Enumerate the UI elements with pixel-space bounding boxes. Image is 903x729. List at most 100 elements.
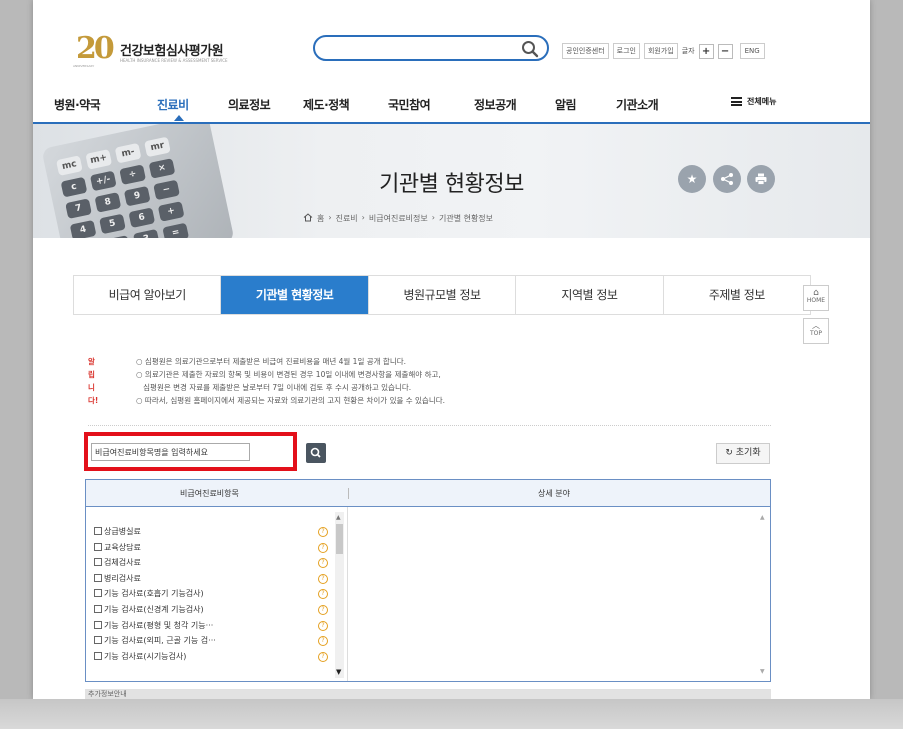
join-link[interactable]: 회원가입: [643, 43, 678, 59]
scroll-up-arrow-icon[interactable]: ▲: [336, 514, 341, 521]
info-icon[interactable]: ?: [318, 558, 328, 569]
scroll-thumb[interactable]: [336, 524, 343, 554]
item-checkbox[interactable]: [94, 620, 102, 629]
gnb-item-about[interactable]: 기관소개: [616, 96, 659, 113]
hamburger-icon: [731, 97, 742, 106]
list-item[interactable]: 기능 검사료(시기능검사)?: [94, 651, 330, 667]
logo-small-text: ANNIVERSARY: [73, 64, 95, 68]
notice-line: ○ 따라서, 심평원 홈페이지에서 제공되는 자료와 의료기관의 고지 현황은 …: [136, 396, 446, 405]
scroll-down-arrow-icon[interactable]: ▼: [760, 668, 765, 675]
info-icon[interactable]: ?: [318, 527, 328, 537]
item-checkbox[interactable]: [94, 542, 102, 551]
info-icon[interactable]: ?: [318, 589, 328, 600]
table-header: 비급여진료비항목 상세 분야: [86, 480, 770, 507]
top-header: 20 건강보험심사평가원 HEALTH INSURANCE REVIEW & A…: [33, 0, 870, 82]
search-icon[interactable]: [521, 40, 539, 58]
gnb-item-disclosure[interactable]: 정보공개: [474, 96, 517, 113]
scroll-down-arrow-icon[interactable]: ▼: [336, 668, 341, 676]
reset-button[interactable]: ↻ 초기화: [716, 443, 770, 464]
calculator-key: 7: [65, 198, 92, 219]
tab-hospital-size[interactable]: 병원규모별 정보: [369, 276, 517, 314]
additional-info-bar: 추가정보안내: [85, 689, 771, 699]
item-checkbox[interactable]: [94, 589, 102, 598]
refresh-icon: ↻: [725, 448, 733, 458]
home-icon: ⌂: [813, 288, 819, 298]
active-menu-caret: [174, 115, 184, 121]
breadcrumb-noncovered[interactable]: 비급여진료비정보: [369, 213, 428, 224]
item-checkbox[interactable]: [94, 573, 102, 582]
item-search-button[interactable]: [306, 443, 326, 463]
tab-noncovered-overview[interactable]: 비급여 알아보기: [74, 276, 222, 314]
list-item[interactable]: 병리검사료?: [94, 573, 330, 589]
font-decrease-button[interactable]: −: [717, 43, 733, 59]
page-banner: mcm+m-mrc+/-÷×789−456+123= 기관별 현황정보 홈 › …: [33, 124, 870, 238]
font-size-label: 글자: [681, 47, 695, 55]
list-item[interactable]: 교육상담료?: [94, 542, 330, 558]
star-icon: ★: [686, 172, 698, 186]
list-item[interactable]: 검체검사료?: [94, 557, 330, 573]
calculator-key: mr: [144, 136, 171, 158]
side-home-button[interactable]: ⌂ HOME: [803, 285, 829, 311]
tab-region[interactable]: 지역별 정보: [516, 276, 664, 314]
tab-topic[interactable]: 주제별 정보: [664, 276, 810, 314]
info-icon[interactable]: ?: [318, 542, 328, 553]
notice-line: ○ 심평원은 의료기관으로부터 제출받은 비급여 진료비용을 매년 4월 1일 …: [136, 357, 407, 366]
calculator-key: 4: [69, 219, 97, 238]
scroll-up-arrow-icon[interactable]: ▲: [760, 514, 765, 521]
logo-title[interactable]: 건강보험심사평가원: [120, 40, 224, 59]
gnb-item-medical-info[interactable]: 의료정보: [228, 96, 271, 113]
side-home-label: HOME: [806, 297, 826, 304]
breadcrumb-separator: ›: [328, 213, 332, 222]
share-icon: [721, 173, 733, 185]
calculator-key: 5: [99, 213, 126, 235]
item-label: 기능 검사료(신경계 기능검사): [104, 604, 204, 614]
site-search-input[interactable]: [313, 35, 549, 61]
info-icon[interactable]: ?: [318, 573, 328, 584]
content-tabs: 비급여 알아보기 기관별 현황정보 병원규모별 정보 지역별 정보 주제별 정보: [73, 275, 811, 315]
column-header-item: 비급여진료비항목: [180, 489, 239, 498]
cert-center-link[interactable]: 공인인증센터: [562, 43, 609, 59]
gnb-item-hospital[interactable]: 병원·약국: [54, 96, 101, 113]
info-icon[interactable]: ?: [318, 651, 328, 662]
list-item[interactable]: 기능 검사료(평형 및 청각 기능···?: [94, 620, 330, 636]
list-item[interactable]: 상급병실료?: [94, 526, 330, 542]
chevron-up-icon: ︿: [812, 321, 820, 330]
detail-scrollbar[interactable]: ▲ ▼: [759, 512, 768, 678]
info-icon[interactable]: ?: [318, 620, 328, 631]
item-table: 비급여진료비항목 상세 분야 상급병실료? 교육상담료? 검체검사료? 병리검사…: [85, 479, 771, 682]
item-search-input[interactable]: [91, 443, 250, 461]
logo-subtitle: HEALTH INSURANCE REVIEW & ASSESSMENT SER…: [120, 58, 228, 63]
favorite-button[interactable]: ★: [678, 165, 706, 193]
font-increase-button[interactable]: +: [698, 43, 714, 59]
gnb-item-policy[interactable]: 제도·정책: [303, 96, 350, 113]
item-checkbox[interactable]: [94, 651, 102, 660]
side-top-button[interactable]: ︿ TOP: [803, 318, 829, 344]
gnb-item-participation[interactable]: 국민참여: [388, 96, 431, 113]
info-icon[interactable]: ?: [318, 636, 328, 647]
english-site-link[interactable]: ENG: [739, 43, 765, 59]
item-checkbox[interactable]: [94, 558, 102, 567]
breadcrumb-separator: ›: [361, 213, 365, 222]
print-button[interactable]: [747, 165, 775, 193]
list-item[interactable]: 기능 검사료(외피, 근골 기능 검···?: [94, 635, 330, 651]
tab-institution-status[interactable]: 기관별 현황정보: [221, 276, 369, 314]
window-shadow: [0, 699, 903, 729]
list-item[interactable]: 기능 검사료(신경계 기능검사)?: [94, 604, 330, 620]
utility-menu: 공인인증센터 로그인 회원가입 글자 + − ENG: [562, 43, 765, 59]
gnb-item-medical-fee[interactable]: 진료비: [157, 96, 189, 113]
info-icon[interactable]: ?: [318, 604, 328, 615]
breadcrumb-medical-fee[interactable]: 진료비: [336, 213, 358, 224]
breadcrumb-home[interactable]: 홈: [317, 213, 324, 224]
logo[interactable]: 20: [76, 34, 116, 66]
share-button[interactable]: [713, 165, 741, 193]
gnb-item-notice[interactable]: 알림: [555, 96, 577, 113]
item-label: 교육상담료: [104, 542, 141, 552]
item-list-scrollbar[interactable]: ▲ ▼: [335, 512, 344, 678]
browser-page: 20 건강보험심사평가원 HEALTH INSURANCE REVIEW & A…: [33, 0, 870, 699]
item-checkbox[interactable]: [94, 527, 102, 535]
all-menu-button[interactable]: 전체메뉴: [731, 96, 776, 107]
item-checkbox[interactable]: [94, 604, 102, 613]
list-item[interactable]: 기능 검사료(호흡기 기능검사)?: [94, 588, 330, 604]
item-checkbox[interactable]: [94, 636, 102, 645]
login-link[interactable]: 로그인: [612, 43, 640, 59]
